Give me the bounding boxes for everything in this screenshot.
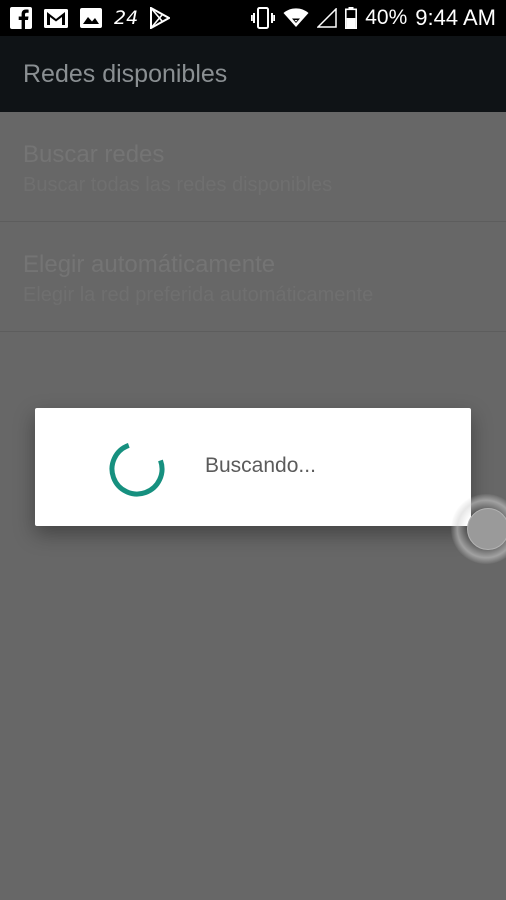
preference-list: Buscar redes Buscar todas las redes disp… (0, 112, 506, 332)
assistive-touch-knob (467, 508, 506, 550)
list-item-search-networks[interactable]: Buscar redes Buscar todas las redes disp… (0, 112, 506, 222)
status-bar-notifications: 24 (10, 7, 182, 29)
clock: 9:44 AM (415, 5, 496, 30)
gallery-icon (80, 8, 102, 28)
battery-icon (345, 7, 358, 29)
list-item-title: Buscar redes (23, 141, 165, 168)
progress-spinner-icon (109, 441, 165, 497)
list-item-summary: Buscar todas las redes disponibles (23, 174, 333, 196)
gmail-icon (44, 8, 68, 28)
weather-24-icon: 24 (114, 7, 139, 29)
list-item-summary: Elegir la red preferida automáticamente (23, 284, 374, 306)
app-toolbar: Redes disponibles (0, 36, 506, 112)
status-bar-system: 40% 9:44 AM (251, 5, 496, 31)
play-store-icon (150, 7, 171, 29)
dialog-message: Buscando... (205, 454, 316, 477)
assistive-touch-button[interactable] (451, 494, 506, 564)
signal-icon (317, 8, 337, 28)
vibrate-icon (251, 7, 276, 29)
list-item-title: Elegir automáticamente (23, 251, 276, 278)
list-item-choose-automatically[interactable]: Elegir automáticamente Elegir la red pre… (0, 222, 506, 332)
status-bar: 24 40% 9:44 AM (0, 0, 506, 36)
battery-percentage: 40% (365, 6, 408, 29)
page-title: Redes disponibles (23, 59, 228, 88)
facebook-icon (10, 7, 32, 29)
wifi-icon (283, 8, 309, 28)
progress-dialog: Buscando... (35, 408, 471, 526)
